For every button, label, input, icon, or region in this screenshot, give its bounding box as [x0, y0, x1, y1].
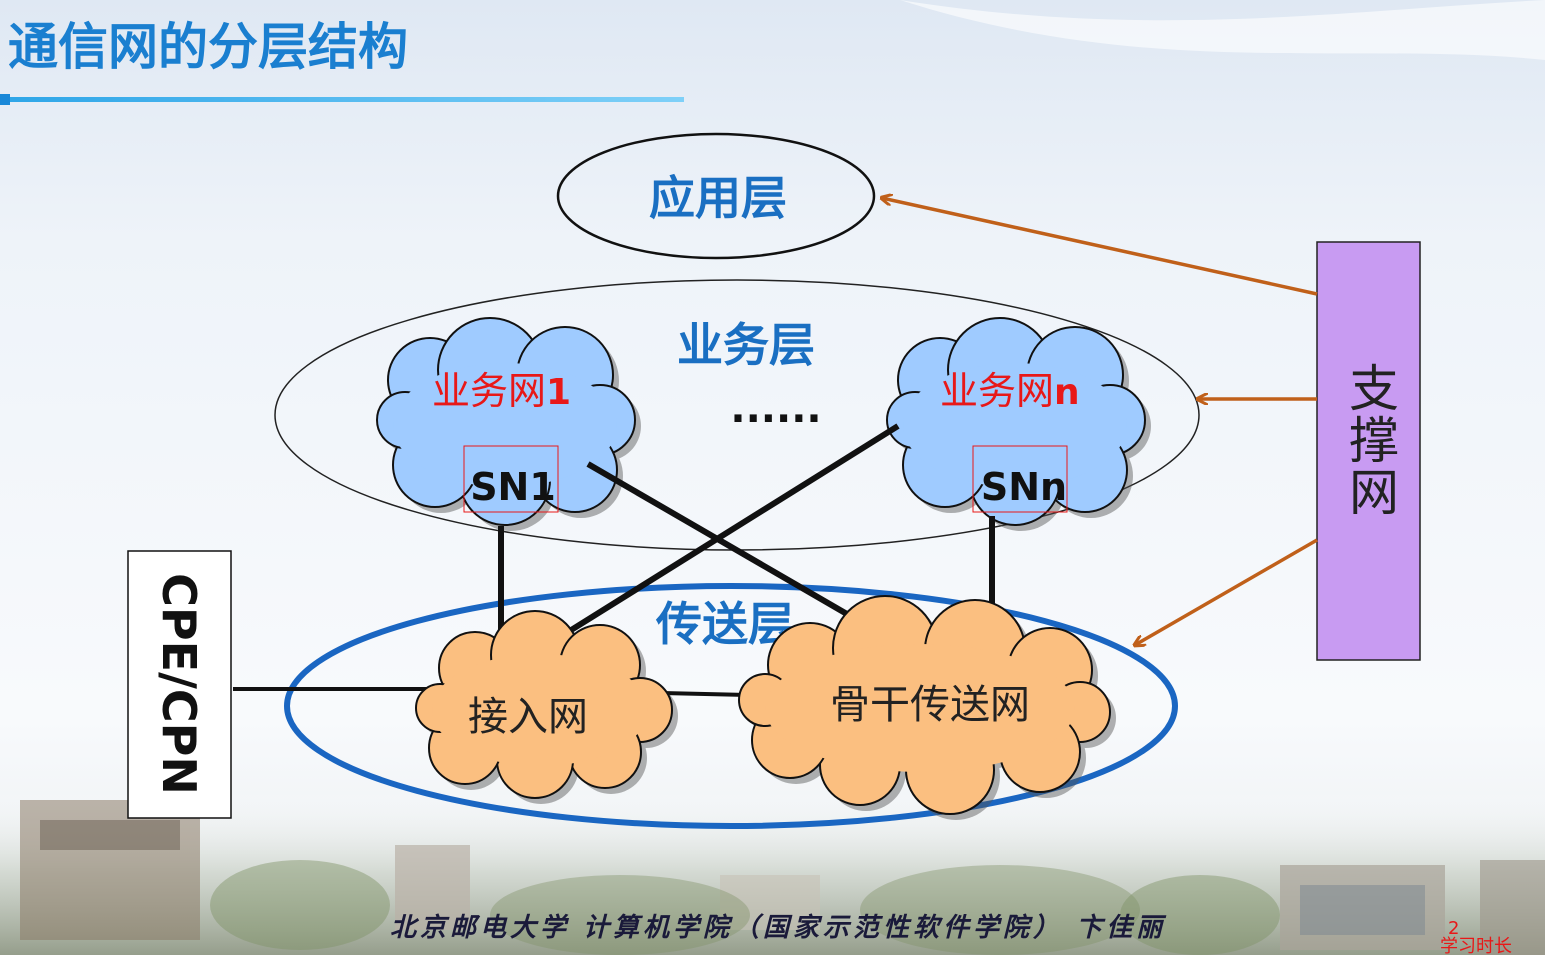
support-net-char-3: 网 — [1349, 464, 1399, 522]
service-net-1-suffix: 1 — [546, 372, 571, 413]
backbone-net-label: 骨干传送网 — [830, 682, 1030, 728]
service-layer-label: 业务层 — [677, 318, 815, 372]
slide-footer: 北京邮电大学 计算机学院（国家示范性软件学院） 卞佳丽 — [390, 913, 1167, 943]
sn1-label: SN1 — [470, 465, 556, 509]
support-net-char-1: 支 — [1349, 360, 1399, 418]
access-net-label: 接入网 — [468, 694, 588, 740]
layered-structure-slide: 通信网的分层结构 应用层 业务层 业务网1 SN1 ...... 业务网n SN… — [0, 0, 1545, 955]
title-rule — [8, 97, 684, 102]
service-net-1-label: 业务网1 — [432, 369, 571, 413]
title-rule-marker — [0, 94, 10, 105]
support-net-char-2: 撑 — [1349, 412, 1399, 470]
cpe-label: CPE/CPN — [152, 573, 206, 795]
snn-label: SNn — [981, 465, 1067, 509]
service-net-n-suffix: n — [1054, 372, 1080, 413]
service-net-n-prefix: 业务网 — [940, 369, 1054, 413]
application-layer-label: 应用层 — [649, 171, 787, 225]
study-timer-label: 学习时长 — [1440, 936, 1512, 955]
access-to-backbone-line — [661, 691, 749, 697]
service-net-1-prefix: 业务网 — [432, 369, 546, 413]
slide-title: 通信网的分层结构 — [8, 18, 408, 76]
service-ellipsis: ...... — [730, 386, 821, 432]
service-net-n-label: 业务网n — [940, 369, 1080, 413]
